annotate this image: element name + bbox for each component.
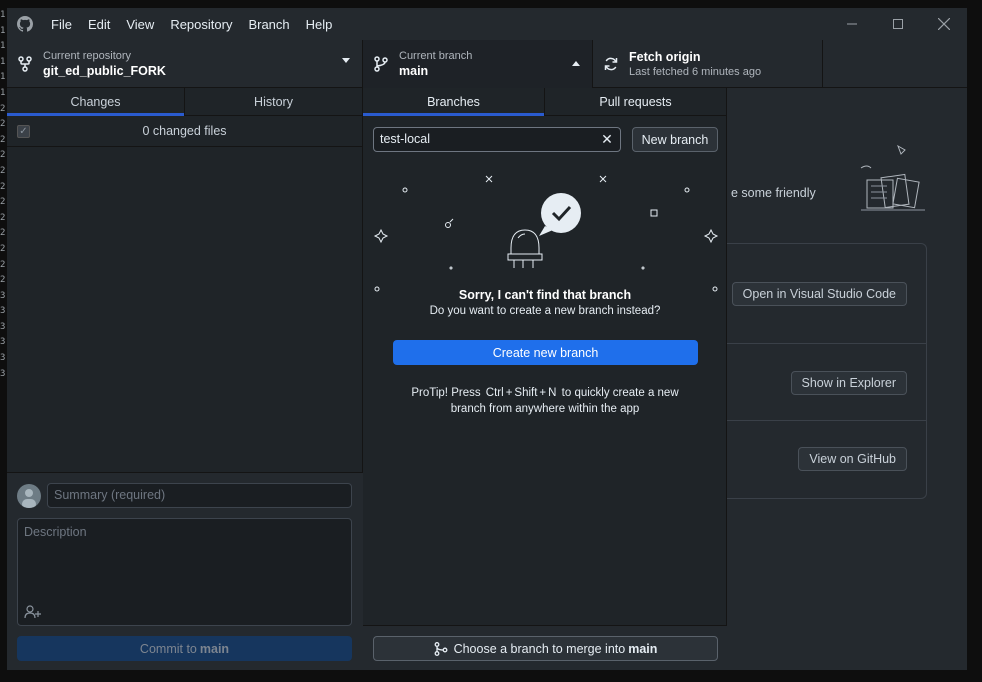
clear-icon[interactable]: ✕ (600, 131, 614, 147)
close-window-button[interactable] (921, 8, 967, 40)
sync-icon (593, 56, 629, 72)
no-branch-subtitle: Do you want to create a new branch inste… (429, 305, 661, 317)
no-branch-title: Sorry, I can't find that branch (458, 288, 632, 302)
newspaper-illustration-icon (860, 144, 925, 211)
toolbar: Current repository git_ed_public_FORK Cu… (7, 40, 967, 88)
window-controls (829, 8, 967, 40)
app-root: 111111222222222222333333 File Edit View … (0, 0, 982, 682)
changes-panel: Changes History ✓ 0 changed files Summar… (7, 88, 363, 670)
maximize-icon (893, 19, 903, 29)
merge-into-branch-button[interactable]: Choose a branch to merge into main (373, 636, 718, 661)
key-shift: Shift (514, 387, 538, 399)
key-ctrl: Ctrl (485, 387, 504, 399)
current-branch-button[interactable]: Current branch main (363, 40, 593, 88)
view-github-button[interactable]: View on GitHub (798, 447, 907, 471)
merge-bar: Choose a branch to merge into main (363, 625, 727, 670)
description-input[interactable]: Description (17, 518, 352, 626)
menu-view[interactable]: View (118, 8, 162, 40)
show-explorer-button[interactable]: Show in Explorer (790, 371, 907, 395)
editor-line-gutter: 111111222222222222333333 (0, 10, 6, 378)
close-icon (938, 18, 950, 30)
minimize-button[interactable] (829, 8, 875, 40)
summary-input[interactable]: Summary (required) (47, 483, 352, 508)
description-placeholder: Description (24, 525, 87, 539)
branch-icon (363, 56, 399, 72)
title-bar: File Edit View Repository Branch Help (7, 8, 967, 40)
action-row-github: View on GitHub (727, 421, 927, 499)
menu-repository[interactable]: Repository (162, 8, 240, 40)
branch-filter-input[interactable]: test-local ✕ (373, 127, 621, 152)
select-all-checkbox[interactable]: ✓ (17, 125, 30, 138)
commit-branch: main (199, 641, 230, 656)
branch-dropdown-tabs: Branches Pull requests (363, 88, 726, 116)
menu-edit[interactable]: Edit (80, 8, 118, 40)
protip-text: ProTip! Press Ctrl + Shift + N to quickly cr… (411, 387, 679, 415)
action-row-editor: Open in Visual Studio Code (727, 244, 927, 344)
key-n: N (548, 387, 557, 399)
friendly-text: e some friendly (731, 186, 816, 200)
fetch-subtitle: Last fetched 6 minutes ago (629, 66, 762, 78)
github-desktop-window: File Edit View Repository Branch Help Cu… (7, 8, 967, 670)
tab-pull-requests[interactable]: Pull requests (544, 88, 726, 115)
commit-button[interactable]: Commit to main (17, 636, 352, 661)
suggested-actions: Open in Visual Studio Code Show in Explo… (727, 243, 927, 499)
fetch-title: Fetch origin (629, 50, 701, 64)
create-new-branch-button[interactable]: Create new branch (393, 340, 698, 365)
new-branch-button[interactable]: New branch (632, 127, 718, 152)
menu-file[interactable]: File (43, 8, 80, 40)
open-vscode-button[interactable]: Open in Visual Studio Code (731, 282, 907, 306)
merge-label: Choose a branch to merge into (453, 641, 626, 656)
fetch-origin-button[interactable]: Fetch origin Last fetched 6 minutes ago (593, 40, 823, 88)
commit-form: Summary (required) Description Commit to… (7, 472, 363, 670)
current-repository-button[interactable]: Current repository git_ed_public_FORK (7, 40, 363, 88)
repo-fork-icon (7, 56, 43, 72)
merge-icon (434, 641, 448, 656)
commit-label: Commit to (139, 641, 197, 656)
merge-branch: main (628, 641, 658, 656)
repo-name: git_ed_public_FORK (43, 64, 166, 78)
chevron-up-icon (572, 61, 580, 66)
branch-filter-value: test-local (380, 132, 431, 146)
github-logo-icon (7, 8, 43, 40)
tab-branches[interactable]: Branches (363, 88, 544, 116)
minimize-icon (847, 23, 857, 25)
avatar (17, 484, 41, 508)
changed-files-count: 0 changed files (142, 124, 227, 138)
add-coauthor-icon[interactable] (24, 605, 42, 619)
tab-changes[interactable]: Changes (7, 88, 184, 116)
no-branches-illustration-icon (373, 175, 719, 292)
menu-branch[interactable]: Branch (240, 8, 297, 40)
left-tabs: Changes History (7, 88, 362, 116)
branch-label: Current branch (399, 50, 473, 62)
action-row-explorer: Show in Explorer (727, 344, 927, 421)
repo-label: Current repository (43, 50, 132, 62)
changed-files-header: ✓ 0 changed files (7, 116, 362, 147)
tab-history[interactable]: History (184, 88, 362, 115)
chevron-down-icon (342, 58, 350, 63)
branch-dropdown: Branches Pull requests test-local ✕ New … (363, 88, 727, 670)
menu-help[interactable]: Help (298, 8, 341, 40)
branch-name: main (399, 64, 429, 78)
maximize-button[interactable] (875, 8, 921, 40)
